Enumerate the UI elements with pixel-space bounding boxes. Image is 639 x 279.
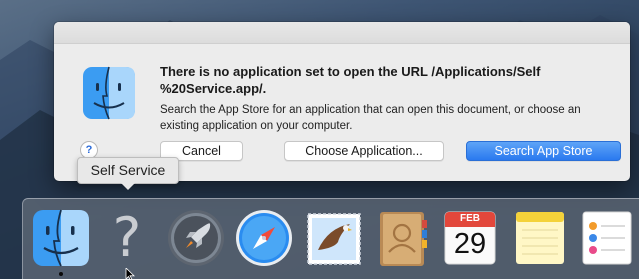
dock-reminders-icon[interactable] bbox=[577, 208, 637, 268]
dock-calendar-icon[interactable]: FEB 29 bbox=[440, 208, 500, 268]
dialog-title: There is no application set to open the … bbox=[160, 64, 541, 96]
running-indicator bbox=[59, 272, 63, 276]
dock-mail-stamp-eagle-icon[interactable] bbox=[304, 208, 364, 268]
finder-icon bbox=[83, 66, 135, 120]
dock-self-service-question-mark-icon[interactable]: ? bbox=[97, 208, 157, 268]
dialog-message: Search the App Store for an application … bbox=[160, 104, 581, 132]
dock-tooltip: Self Service bbox=[77, 157, 179, 184]
dock-finder-icon[interactable] bbox=[31, 208, 91, 268]
tooltip-arrow bbox=[121, 183, 135, 190]
dock-contacts-address-book-icon[interactable] bbox=[372, 208, 432, 268]
dialog-title-bar bbox=[54, 22, 630, 44]
mouse-cursor-icon bbox=[125, 268, 135, 279]
choose-application-button[interactable]: Choose Application... bbox=[284, 141, 444, 161]
calendar-month: FEB bbox=[460, 213, 480, 224]
dock-safari-compass-icon[interactable] bbox=[234, 208, 294, 268]
calendar-day: 29 bbox=[453, 228, 487, 260]
dock-launchpad-rocket-icon[interactable] bbox=[166, 208, 226, 268]
dock-notes-icon[interactable] bbox=[510, 208, 570, 268]
search-app-store-button[interactable]: Search App Store bbox=[466, 141, 621, 161]
